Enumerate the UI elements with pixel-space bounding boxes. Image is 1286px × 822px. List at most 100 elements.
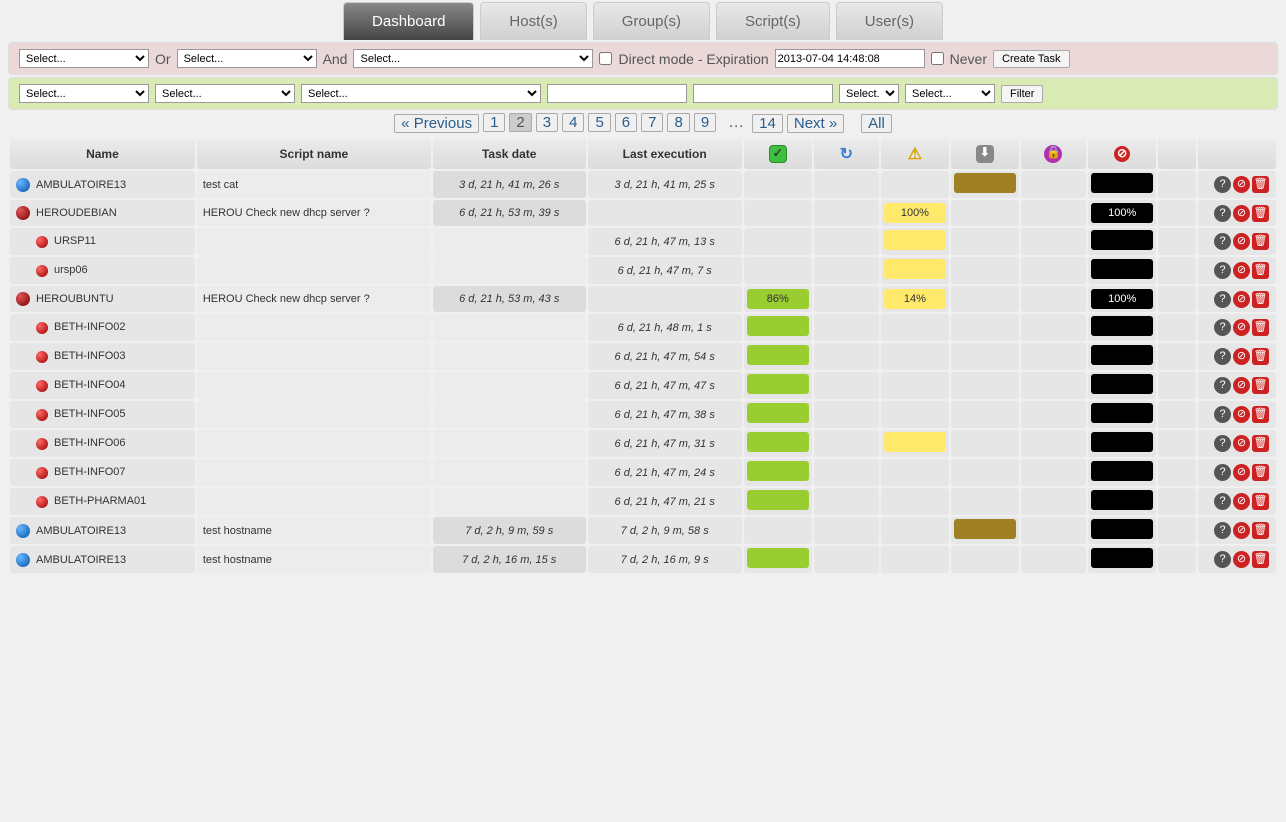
help-button[interactable]: ? — [1214, 377, 1231, 394]
filter-text-1[interactable] — [547, 84, 687, 103]
table-row: BETH-INFO036 d, 21 h, 47 m, 54 s?⊘🗑 — [10, 343, 1276, 370]
filter-button[interactable]: Filter — [1001, 85, 1043, 103]
name-cell[interactable]: HEROUDEBIAN — [10, 200, 195, 226]
delete-button[interactable]: 🗑 — [1252, 319, 1269, 336]
help-button[interactable]: ? — [1214, 522, 1231, 539]
page-7[interactable]: 7 — [641, 113, 663, 132]
cancel-button[interactable]: ⊘ — [1233, 319, 1250, 336]
delete-button[interactable]: 🗑 — [1252, 291, 1269, 308]
name-cell[interactable]: ursp06 — [10, 257, 195, 284]
page-all[interactable]: All — [861, 114, 892, 133]
name-cell[interactable]: URSP11 — [10, 228, 195, 255]
name-cell[interactable]: BETH-INFO03 — [10, 343, 195, 370]
delete-button[interactable]: 🗑 — [1252, 205, 1269, 222]
delete-button[interactable]: 🗑 — [1252, 522, 1269, 539]
tab-hosts[interactable]: Host(s) — [480, 2, 586, 40]
page-6[interactable]: 6 — [615, 113, 637, 132]
name-cell[interactable]: AMBULATOIRE13 — [10, 517, 195, 544]
page-prev[interactable]: « Previous — [394, 114, 479, 133]
cancel-button[interactable]: ⊘ — [1233, 435, 1250, 452]
name-cell[interactable]: BETH-INFO06 — [10, 430, 195, 457]
help-button[interactable]: ? — [1214, 205, 1231, 222]
help-button[interactable]: ? — [1214, 493, 1231, 510]
col-status-retry[interactable]: ↻ — [814, 139, 879, 169]
cancel-button[interactable]: ⊘ — [1233, 464, 1250, 481]
col-status-block[interactable]: ⊘ — [1088, 139, 1156, 169]
cancel-button[interactable]: ⊘ — [1233, 551, 1250, 568]
col-task[interactable]: Task date — [433, 139, 586, 169]
delete-button[interactable]: 🗑 — [1252, 262, 1269, 279]
cancel-button[interactable]: ⊘ — [1233, 406, 1250, 423]
help-button[interactable]: ? — [1214, 176, 1231, 193]
delete-button[interactable]: 🗑 — [1252, 493, 1269, 510]
name-cell[interactable]: AMBULATOIRE13 — [10, 171, 195, 198]
cancel-button[interactable]: ⊘ — [1233, 262, 1250, 279]
cancel-button[interactable]: ⊘ — [1233, 493, 1250, 510]
col-status-warn[interactable]: ⚠ — [881, 139, 949, 169]
delete-button[interactable]: 🗑 — [1252, 406, 1269, 423]
col-script[interactable]: Script name — [197, 139, 431, 169]
cancel-button[interactable]: ⊘ — [1233, 291, 1250, 308]
help-button[interactable]: ? — [1214, 233, 1231, 250]
help-button[interactable]: ? — [1214, 551, 1231, 568]
filter-text-2[interactable] — [693, 84, 833, 103]
col-status-lock[interactable]: 🔒 — [1021, 139, 1087, 169]
help-button[interactable]: ? — [1214, 319, 1231, 336]
col-status-ok[interactable]: ✓ — [744, 139, 812, 169]
name-cell[interactable]: HEROUBUNTU — [10, 286, 195, 312]
filter-select-4[interactable]: Select... — [839, 84, 899, 103]
delete-button[interactable]: 🗑 — [1252, 348, 1269, 365]
help-button[interactable]: ? — [1214, 291, 1231, 308]
page-8[interactable]: 8 — [667, 113, 689, 132]
expiration-input[interactable] — [775, 49, 925, 68]
never-checkbox[interactable] — [931, 52, 944, 65]
create-task-button[interactable]: Create Task — [993, 50, 1070, 68]
cancel-button[interactable]: ⊘ — [1233, 348, 1250, 365]
col-status-down[interactable]: ⬇ — [951, 139, 1019, 169]
delete-button[interactable]: 🗑 — [1252, 435, 1269, 452]
tab-groups[interactable]: Group(s) — [593, 2, 710, 40]
filter-select-2[interactable]: Select... — [155, 84, 295, 103]
page-4[interactable]: 4 — [562, 113, 584, 132]
name-cell[interactable]: BETH-INFO07 — [10, 459, 195, 486]
create-select-2[interactable]: Select... — [177, 49, 317, 68]
cancel-button[interactable]: ⊘ — [1233, 522, 1250, 539]
cancel-button[interactable]: ⊘ — [1233, 377, 1250, 394]
help-button[interactable]: ? — [1214, 464, 1231, 481]
delete-button[interactable]: 🗑 — [1252, 464, 1269, 481]
page-9[interactable]: 9 — [694, 113, 716, 132]
help-button[interactable]: ? — [1214, 348, 1231, 365]
cancel-button[interactable]: ⊘ — [1233, 176, 1250, 193]
page-next[interactable]: Next » — [787, 114, 844, 133]
create-select-1[interactable]: Select... — [19, 49, 149, 68]
help-button[interactable]: ? — [1214, 262, 1231, 279]
filter-select-5[interactable]: Select... — [905, 84, 995, 103]
page-2[interactable]: 2 — [509, 113, 531, 132]
cancel-button[interactable]: ⊘ — [1233, 205, 1250, 222]
delete-button[interactable]: 🗑 — [1252, 233, 1269, 250]
delete-button[interactable]: 🗑 — [1252, 176, 1269, 193]
name-cell[interactable]: BETH-INFO04 — [10, 372, 195, 399]
delete-button[interactable]: 🗑 — [1252, 551, 1269, 568]
col-last[interactable]: Last execution — [588, 139, 742, 169]
page-1[interactable]: 1 — [483, 113, 505, 132]
name-cell[interactable]: AMBULATOIRE13 — [10, 546, 195, 573]
direct-mode-checkbox[interactable] — [599, 52, 612, 65]
create-select-3[interactable]: Select... — [353, 49, 593, 68]
page-3[interactable]: 3 — [536, 113, 558, 132]
col-name[interactable]: Name — [10, 139, 195, 169]
tab-dashboard[interactable]: Dashboard — [343, 2, 474, 40]
tab-users[interactable]: User(s) — [836, 2, 943, 40]
page-last[interactable]: 14 — [752, 114, 783, 133]
name-cell[interactable]: BETH-INFO05 — [10, 401, 195, 428]
name-cell[interactable]: BETH-INFO02 — [10, 314, 195, 341]
page-5[interactable]: 5 — [588, 113, 610, 132]
filter-select-1[interactable]: Select... — [19, 84, 149, 103]
tab-scripts[interactable]: Script(s) — [716, 2, 830, 40]
help-button[interactable]: ? — [1214, 406, 1231, 423]
cancel-button[interactable]: ⊘ — [1233, 233, 1250, 250]
delete-button[interactable]: 🗑 — [1252, 377, 1269, 394]
help-button[interactable]: ? — [1214, 435, 1231, 452]
name-cell[interactable]: BETH-PHARMA01 — [10, 488, 195, 515]
filter-select-3[interactable]: Select... — [301, 84, 541, 103]
